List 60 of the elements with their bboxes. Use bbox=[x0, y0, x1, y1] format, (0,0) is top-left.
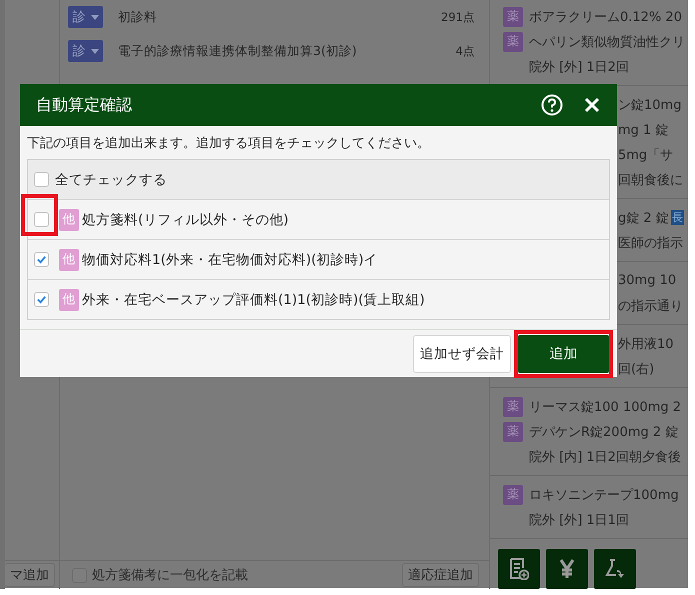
category-badge: 他 bbox=[59, 208, 79, 230]
prescription-text: 医師の指示 bbox=[618, 234, 683, 252]
checkbox[interactable] bbox=[34, 252, 49, 267]
order-name: 初診料 bbox=[118, 8, 157, 26]
prescription-text: デパケンR錠200mg 2 錠 bbox=[529, 424, 678, 440]
points: 291点 bbox=[441, 9, 475, 26]
item-name: 処方箋料(リフィル以外・その他) bbox=[82, 210, 289, 228]
category-badge: 他 bbox=[59, 288, 79, 310]
prescription-text: 院外 [外] 1日2回 bbox=[529, 58, 629, 76]
prescription-text: g錠 2 錠 bbox=[618, 210, 669, 226]
prescription-text: ヘパリン類似物質油性クリ bbox=[529, 34, 685, 50]
yen-icon bbox=[559, 559, 575, 579]
flask-arrow-icon bbox=[604, 558, 626, 580]
checkbox[interactable] bbox=[34, 212, 49, 227]
prescription-text: mg 1 錠 bbox=[618, 122, 668, 138]
points: 4点 bbox=[456, 43, 475, 60]
check-icon bbox=[36, 294, 47, 305]
add-button[interactable]: 追加 bbox=[518, 334, 609, 372]
drug-badge: 薬 bbox=[503, 32, 523, 52]
prescription-text: 院外 [内] 1日2回朝夕食後 bbox=[529, 448, 681, 466]
drug-badge: 薬 bbox=[503, 422, 523, 442]
category-dropdown[interactable]: 診 bbox=[68, 40, 103, 62]
sheet-plus-icon bbox=[509, 558, 529, 580]
prescription-text: ン錠10mg bbox=[618, 96, 682, 114]
drug-badge: 薬 bbox=[503, 6, 523, 26]
caret-icon bbox=[90, 14, 98, 20]
prescription-text: 30mg 10 bbox=[618, 273, 676, 288]
help-icon[interactable] bbox=[541, 94, 563, 116]
prescription-text: 院外 [外] 1日1回 bbox=[529, 512, 629, 528]
prescription-text: ロキソニンテープ100mg bbox=[529, 486, 679, 504]
checkbox-label: 処方箋備考に一包化を記載 bbox=[92, 567, 248, 584]
prescription-text: 回(右) bbox=[618, 360, 654, 378]
category-dropdown[interactable]: 診 bbox=[68, 6, 103, 28]
check-icon bbox=[36, 254, 47, 265]
dialog-title: 自動算定確認 bbox=[36, 94, 132, 116]
prescription-text: 5mg「サ bbox=[618, 146, 674, 164]
item-name: 外来・在宅ベースアップ評価料(1)1(初診時)(賃上取組) bbox=[82, 290, 425, 308]
order-name: 電子的診療情報連携体制整備加算3(初診) bbox=[118, 42, 357, 60]
drug-badge: 薬 bbox=[503, 396, 523, 416]
drug-badge: 薬 bbox=[503, 484, 523, 504]
add-button[interactable]: マ追加 bbox=[5, 563, 55, 587]
check-all-label: 全てチェックする bbox=[55, 170, 167, 188]
checkbox[interactable] bbox=[34, 172, 49, 187]
checkbox[interactable] bbox=[34, 292, 49, 307]
caret-icon bbox=[90, 48, 98, 54]
item-name: 物価対応料1(外来・在宅物価対応料)(初診時)イ bbox=[82, 250, 378, 268]
long-term-tag: 長 bbox=[670, 210, 684, 225]
yen-button[interactable] bbox=[546, 549, 588, 589]
prescription-text: リーマス錠100 100mg 2 bbox=[529, 398, 682, 416]
close-icon[interactable] bbox=[584, 97, 600, 113]
prescription-text: 回朝食後に bbox=[618, 172, 683, 188]
checkout-without-adding-button[interactable]: 追加せず会計 bbox=[413, 334, 511, 372]
instruction-text: 下記の項目を追加出来ます。追加する項目をチェックしてください。 bbox=[27, 135, 431, 153]
prescription-text: ボアラクリーム0.12% 20 bbox=[529, 8, 682, 26]
prescription-text: 外用液10 bbox=[618, 336, 674, 352]
category-badge: 他 bbox=[59, 248, 79, 270]
add-indication-button[interactable]: 適応症追加 bbox=[402, 563, 479, 587]
sheet-add-button[interactable] bbox=[498, 549, 540, 589]
prescription-text: の指示通り bbox=[618, 298, 683, 314]
flask-button[interactable] bbox=[594, 549, 636, 589]
